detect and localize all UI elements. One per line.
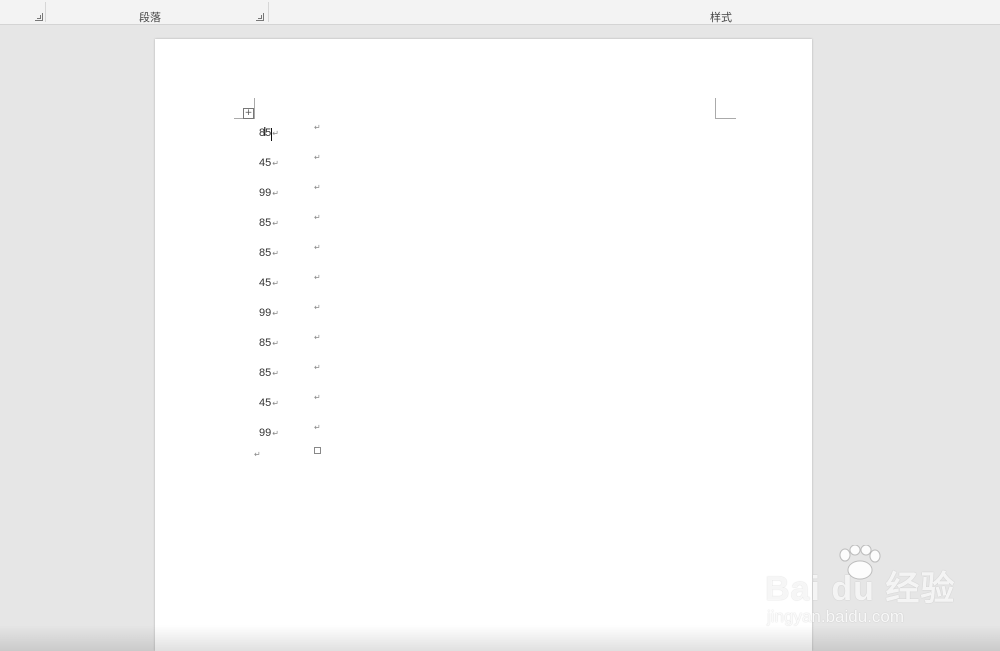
table-cell-value[interactable]: 45↵ [259,157,279,169]
cell-end-mark-icon: ↵ [272,309,279,318]
table-cell-value[interactable]: 85↵ [259,337,279,349]
cell-end-mark-icon: ↵ [272,159,279,168]
cell-end-mark-icon: ↵ [272,189,279,198]
row-end-mark-icon: ↵ [314,423,321,432]
cell-end-mark-icon: ↵ [272,279,279,288]
table-cell-value[interactable]: 99↵ [259,427,279,439]
cell-text: 45 [259,277,272,289]
cell-text: 99 [259,427,272,439]
table-move-handle-icon[interactable]: + [243,108,254,119]
cell-text: 45 [259,397,272,409]
styles-group-label: 样式 [710,12,732,24]
cell-text: 85 [259,337,272,349]
cell-end-mark-icon: ↵ [272,399,279,408]
ribbon-group-strip: 段落 样式 [0,0,1000,25]
margin-corner-top-right [715,98,736,119]
row-end-mark-icon: ↵ [314,273,321,282]
cell-text: 85 [259,217,272,229]
cell-end-mark-icon: ↵ [272,339,279,348]
paragraph-mark-icon: ↵ [254,450,261,459]
cell-text: 99 [259,187,272,199]
cell-text: 99 [259,307,272,319]
ibeam-cursor-icon: I [263,125,267,139]
paragraph-group-label: 段落 [139,12,161,24]
row-end-mark-icon: ↵ [314,303,321,312]
row-end-mark-icon: ↵ [314,213,321,222]
cell-end-mark-icon: ↵ [272,369,279,378]
table-cell-value[interactable]: 99↵ [259,187,279,199]
end-of-row-mark-icon [314,447,321,454]
watermark-brand: Bai du 经验 [765,570,956,608]
cell-end-mark-icon: ↵ [272,249,279,258]
row-end-mark-icon: ↵ [314,123,321,132]
cell-end-mark-icon: ↵ [272,129,279,138]
table-cell-value[interactable]: 45↵ [259,397,279,409]
cell-end-mark-icon: ↵ [272,429,279,438]
watermark-url: jingyan.baidu.com [767,607,905,626]
font-dialog-launcher-icon[interactable] [35,13,43,21]
table-cell-value[interactable]: 85↵ [259,367,279,379]
row-end-mark-icon: ↵ [314,153,321,162]
document-page[interactable]: + 85↵ ↵ 45↵ ↵ 99↵ ↵ 85↵ ↵ 85↵ ↵ 45↵ ↵ 99↵ ↵ 85↵ ↵ 85↵ ↵ 45… [155,39,812,651]
cell-text: 45 [259,157,272,169]
table-cell-value[interactable]: 99↵ [259,307,279,319]
row-end-mark-icon: ↵ [314,393,321,402]
table-cell-value[interactable]: 85↵ [259,217,279,229]
row-end-mark-icon: ↵ [314,183,321,192]
bottom-shadow [0,625,1000,651]
table-cell-value[interactable]: 85↵ [259,247,279,259]
baidu-watermark: Bai du 经验 jingyan.baidu.com [765,545,995,635]
paragraph-dialog-launcher-icon[interactable] [256,13,264,21]
cell-text: 85 [259,247,272,259]
ribbon-separator [45,2,46,22]
table-cell-value[interactable]: 45↵ [259,277,279,289]
row-end-mark-icon: ↵ [314,243,321,252]
ribbon-separator [268,2,269,22]
row-end-mark-icon: ↵ [314,333,321,342]
cell-text: 85 [259,367,272,379]
row-end-mark-icon: ↵ [314,363,321,372]
table-cell-value[interactable]: 85↵ [259,127,279,139]
text-caret [271,128,272,141]
cell-end-mark-icon: ↵ [272,219,279,228]
